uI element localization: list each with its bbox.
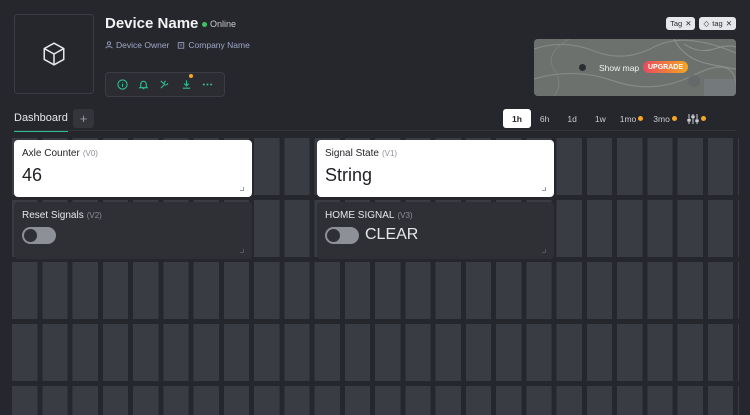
map-preview[interactable]: Show map UPGRADE [534, 39, 736, 96]
resize-handle-icon[interactable] [542, 187, 546, 191]
resize-handle-icon[interactable] [542, 249, 546, 253]
reset-signals-switch[interactable] [22, 227, 56, 244]
wrench-icon [160, 80, 169, 89]
widget-reset-signals[interactable]: Reset Signals (V2) [14, 202, 252, 259]
building-icon [178, 42, 185, 49]
widget-home-signal[interactable]: HOME SIGNAL (V3) CLEAR [317, 202, 554, 259]
widget-title: HOME SIGNAL (V3) [325, 210, 546, 221]
download-badge [189, 73, 194, 78]
widget-title: Signal State (V1) [325, 148, 546, 159]
widget-title-text: Signal State [325, 148, 379, 159]
tabs-divider [14, 130, 736, 131]
download-button[interactable] [179, 73, 194, 92]
tag-chip[interactable]: ◇ tag ✕ [699, 17, 736, 30]
premium-dot-icon [638, 116, 644, 121]
home-signal-switch[interactable] [325, 226, 359, 244]
resize-handle-icon[interactable] [240, 249, 244, 253]
resize-handle-icon[interactable] [240, 187, 244, 191]
widget-value: 46 [22, 165, 43, 185]
time-range-custom-button[interactable] [682, 109, 711, 128]
device-owner-text: Device Owner [116, 40, 170, 50]
show-map-label[interactable]: Show map [599, 63, 639, 73]
map-marker-icon [579, 64, 586, 71]
company-link[interactable]: Company Name [177, 40, 250, 50]
tools-button[interactable] [158, 78, 172, 92]
device-meta: Device Owner Company Name [105, 40, 250, 50]
device-image [14, 14, 94, 94]
tab-dashboard[interactable]: Dashboard [14, 112, 68, 132]
widget-value: String [325, 165, 373, 185]
tag-outline-icon: ◇ [703, 19, 710, 28]
device-owner-link[interactable]: Device Owner [105, 40, 169, 50]
time-range-1d[interactable]: 1d [558, 109, 585, 128]
premium-dot-icon [671, 116, 677, 121]
widget-title-text: HOME SIGNAL [325, 210, 395, 221]
widget-axle-counter[interactable]: Axle Counter (V0) 46 [14, 140, 252, 197]
premium-dot-icon [700, 116, 706, 121]
widget-pin: (V2) [86, 211, 102, 220]
online-dot-icon [202, 21, 207, 27]
toggle-row: CLEAR [325, 226, 546, 244]
widget-title: Axle Counter (V0) [22, 148, 244, 159]
widget-title-text: Axle Counter [22, 148, 80, 159]
tag-label: tag [712, 19, 723, 28]
user-icon [105, 41, 113, 49]
info-button[interactable] [116, 78, 130, 92]
bell-icon [138, 80, 149, 90]
switch-knob [24, 229, 37, 242]
time-range-6h[interactable]: 6h [531, 109, 558, 128]
tag-chip[interactable]: Tag ✕ [666, 17, 696, 30]
device-toolbar [105, 72, 225, 97]
add-tab-button[interactable]: + [73, 109, 94, 128]
time-range-selector: 1h 6h 1d 1w 1mo 3mo [503, 109, 711, 128]
home-signal-state: CLEAR [365, 226, 419, 243]
time-range-3mo-label: 3mo [653, 113, 670, 124]
status-badge: Online [202, 19, 236, 29]
tag-list: Tag ✕ ◇ tag ✕ [666, 17, 736, 30]
close-icon[interactable]: ✕ [685, 19, 691, 28]
plus-icon: + [79, 111, 88, 126]
time-range-1mo[interactable]: 1mo [615, 109, 649, 128]
more-icon [202, 83, 213, 86]
upgrade-button[interactable]: UPGRADE [643, 61, 689, 73]
widget-title: Reset Signals (V2) [22, 210, 244, 221]
download-icon [182, 80, 190, 89]
cube-icon [43, 42, 65, 66]
notifications-button[interactable] [137, 78, 151, 92]
switch-knob [327, 228, 340, 242]
time-range-3mo[interactable]: 3mo [648, 109, 682, 128]
widget-pin: (V1) [381, 149, 398, 158]
sliders-icon [687, 113, 699, 124]
widget-pin: (V3) [397, 211, 413, 220]
info-icon [117, 79, 128, 90]
time-range-1mo-label: 1mo [619, 113, 637, 124]
widget-pin: (V0) [82, 149, 98, 158]
time-range-1w[interactable]: 1w [586, 109, 615, 128]
status-text: Online [210, 19, 237, 29]
company-text: Company Name [188, 40, 250, 50]
tag-label: Tag [670, 19, 683, 28]
device-name: Device Name [105, 15, 199, 32]
close-icon[interactable]: ✕ [726, 19, 732, 28]
widget-title-text: Reset Signals [22, 210, 84, 221]
widget-signal-state[interactable]: Signal State (V1) String [317, 140, 554, 197]
time-range-1h[interactable]: 1h [503, 109, 531, 128]
toggle-row [22, 227, 244, 244]
more-button[interactable] [200, 78, 214, 92]
